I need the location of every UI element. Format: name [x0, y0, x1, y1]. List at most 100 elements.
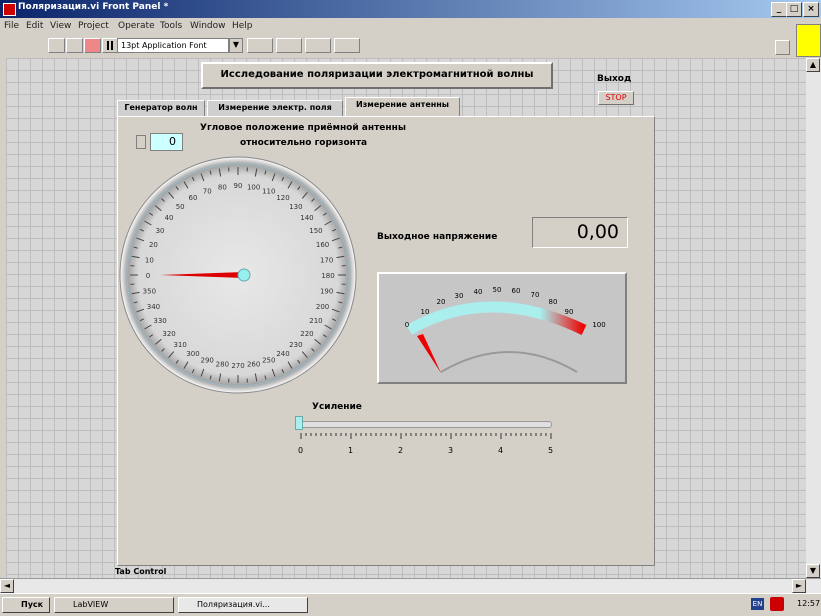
language-badge[interactable]: EN [751, 598, 764, 610]
tab-antenna-measure[interactable]: Измерение антенны [345, 97, 460, 116]
gain-tick-label: 3 [448, 446, 453, 455]
meter-tick-label: 20 [437, 298, 446, 306]
menu-operate[interactable]: Operate [118, 21, 155, 31]
dial-tick-label: 190 [320, 288, 333, 296]
angle-label-2: относительно горизонта [240, 138, 367, 148]
meter-inner-arc [441, 352, 577, 372]
distribute-objects-icon[interactable] [276, 38, 302, 53]
maximize-icon[interactable]: □ [786, 2, 802, 17]
dial-tick-label: 200 [316, 303, 329, 311]
vi-icon [796, 24, 821, 57]
scroll-left-icon[interactable]: ◄ [0, 579, 14, 593]
gain-label: Усиление [312, 402, 362, 412]
dial-tick-label: 230 [289, 341, 302, 349]
help-icon[interactable] [775, 40, 790, 55]
tray-icon[interactable] [770, 597, 784, 611]
title-bar: Поляризация.vi Front Panel * _ □ × [0, 0, 821, 18]
dial-tick-label: 30 [156, 227, 165, 235]
clock: 12:57 [797, 599, 820, 608]
tab-field-measure[interactable]: Измерение электр. поля [207, 100, 343, 116]
gain-tick-label: 2 [398, 446, 403, 455]
start-button[interactable]: Пуск [2, 597, 50, 613]
angle-label: Угловое положение приёмной антенны [200, 123, 406, 133]
menu-edit[interactable]: Edit [26, 21, 43, 31]
menu-file[interactable]: File [4, 21, 19, 31]
dial-tick-label: 330 [153, 317, 166, 325]
angle-dial[interactable]: 0102030405060708090100110120130140150160… [118, 150, 358, 400]
dial-tick-label: 300 [186, 350, 199, 358]
dial-hub [238, 269, 250, 281]
align-objects-icon[interactable] [247, 38, 273, 53]
meter-face: 0102030405060708090100 [379, 274, 625, 382]
angle-input[interactable]: 0 [150, 133, 183, 151]
gain-ticks [297, 430, 557, 442]
title-button[interactable]: Исследование поляризации электромагнитно… [201, 62, 553, 89]
chevron-down-icon[interactable]: ▼ [229, 38, 243, 53]
dial-tick-label: 110 [262, 187, 275, 195]
dial-tick-label: 260 [247, 361, 260, 369]
menu-project[interactable]: Project [78, 21, 109, 31]
window-title: Поляризация.vi Front Panel * [18, 2, 168, 12]
taskbar-item-labview[interactable]: LabVIEW [54, 597, 174, 613]
dial-tick-label: 280 [216, 361, 229, 369]
scroll-right-icon[interactable]: ► [792, 579, 806, 593]
run-arrow-icon[interactable] [48, 38, 65, 53]
spin-arrows-icon[interactable] [136, 135, 146, 149]
menu-bar: File Edit View Project Operate Tools Win… [0, 18, 795, 35]
toolbar: 13pt Application Font ▼ [0, 35, 795, 57]
run-continuous-icon[interactable] [66, 38, 83, 53]
gain-tick-label: 4 [498, 446, 503, 455]
meter-tick-label: 70 [531, 291, 540, 299]
dial-tick-label: 120 [276, 194, 289, 202]
dial-tick-label: 170 [320, 256, 333, 264]
dial-tick-label: 220 [300, 330, 313, 338]
menu-tools[interactable]: Tools [160, 21, 182, 31]
tab-control-label: Tab Control [115, 567, 166, 576]
dial-tick-label: 130 [289, 203, 302, 211]
meter-tick-label: 50 [493, 286, 502, 294]
exit-label: Выход [597, 74, 631, 84]
taskbar-item-vi[interactable]: Поляризация.vi... [178, 597, 308, 613]
dial-tick-label: 320 [162, 330, 175, 338]
font-select[interactable]: 13pt Application Font [117, 38, 229, 53]
dial-tick-label: 350 [143, 288, 156, 296]
output-voltage-value: 0,00 [532, 217, 628, 248]
horizontal-scrollbar[interactable]: ◄ ► [0, 578, 821, 593]
dial-tick-label: 10 [145, 256, 154, 264]
reorder-icon[interactable] [334, 38, 360, 53]
dial-tick-label: 40 [165, 214, 174, 222]
minimize-icon[interactable]: _ [771, 2, 787, 17]
menu-help[interactable]: Help [232, 21, 253, 31]
output-voltage-label: Выходное напряжение [377, 232, 497, 242]
close-icon[interactable]: × [803, 2, 819, 17]
dial-tick-label: 140 [300, 214, 313, 222]
gain-tick-label: 0 [298, 446, 303, 455]
menu-window[interactable]: Window [190, 21, 226, 31]
gain-slider-track[interactable] [297, 421, 552, 428]
scroll-up-icon[interactable]: ▲ [806, 58, 820, 72]
meter-tick-label: 30 [455, 292, 464, 300]
resize-objects-icon[interactable] [305, 38, 331, 53]
tab-generator[interactable]: Генератор волн [117, 100, 205, 116]
dial-tick-label: 70 [203, 187, 212, 195]
abort-icon[interactable] [84, 38, 101, 53]
gain-slider-thumb[interactable] [295, 416, 303, 430]
labview-icon [3, 3, 16, 16]
dial-tick-label: 20 [149, 241, 158, 249]
meter-tick-label: 80 [549, 298, 558, 306]
dial-tick-label: 310 [173, 341, 186, 349]
meter-needle [417, 334, 441, 373]
dial-tick-label: 0 [146, 272, 150, 280]
dial-tick-label: 210 [309, 317, 322, 325]
dial-tick-label: 100 [247, 183, 260, 191]
dial-tick-label: 150 [309, 227, 322, 235]
gain-tick-label: 1 [348, 446, 353, 455]
meter-tick-label: 40 [474, 288, 483, 296]
meter-tick-label: 100 [592, 321, 605, 329]
stop-button[interactable]: STOP [598, 91, 634, 105]
dial-tick-label: 270 [231, 362, 244, 370]
dial-tick-label: 240 [276, 350, 289, 358]
scroll-down-icon[interactable]: ▼ [806, 564, 820, 578]
menu-view[interactable]: View [50, 21, 71, 31]
vertical-scrollbar[interactable]: ▲ ▼ [806, 58, 821, 578]
